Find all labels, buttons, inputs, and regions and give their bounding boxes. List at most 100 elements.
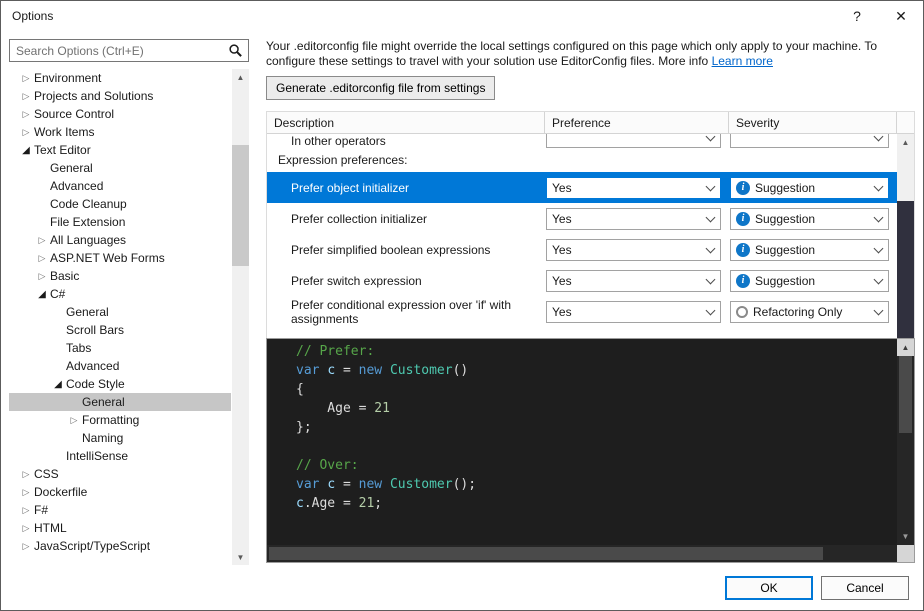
preference-dropdown[interactable]: Yes [546,270,721,292]
preference-dropdown[interactable]: Yes [546,239,721,261]
tree-item-label: Text Editor [33,143,91,157]
help-button[interactable]: ? [835,1,879,31]
tree-item-text-editor[interactable]: ◢Text Editor [9,141,231,159]
tree-item-asp-net-web-forms[interactable]: ▷ASP.NET Web Forms [9,249,231,267]
tree-item-css[interactable]: ▷CSS [9,465,231,483]
option-row-prefer-conditional-expression-over-if-with-assignments[interactable]: Prefer conditional expression over 'if' … [267,296,897,328]
tree-item-tabs[interactable]: Tabs [9,339,231,357]
column-header-severity[interactable]: Severity [729,112,897,133]
dropdown-value: Yes [552,243,703,257]
severity-dropdown[interactable]: iSuggestion [730,208,889,230]
option-row-prefer-collection-initializer[interactable]: Prefer collection initializerYes iSuggest… [267,203,897,234]
tree-item-formatting[interactable]: ▷Formatting [9,411,231,429]
severity-dropdown[interactable]: Refactoring Only [730,301,889,323]
table-scrollbar-track[interactable] [897,150,914,338]
tree-item-basic[interactable]: ▷Basic [9,267,231,285]
expand-arrow-icon[interactable]: ▷ [35,235,49,246]
tree-scrollbar-thumb[interactable] [232,145,249,266]
column-header-preference[interactable]: Preference [545,112,729,133]
left-pane: ▷Environment▷Projects and Solutions▷Sour… [9,39,249,565]
search-icon[interactable] [228,43,243,58]
learn-more-link[interactable]: Learn more [712,54,773,68]
tree-item-scroll-bars[interactable]: Scroll Bars [9,321,231,339]
tree-item-javascript-typescript[interactable]: ▷JavaScript/TypeScript [9,537,231,555]
expand-arrow-icon[interactable]: ▷ [19,73,33,84]
tree-item-advanced[interactable]: Advanced [9,357,231,375]
expand-arrow-icon[interactable]: ▷ [19,505,33,516]
scroll-up-icon[interactable]: ▲ [232,69,249,85]
tree-item-label: Environment [33,71,101,85]
expand-arrow-icon[interactable]: ▷ [19,109,33,120]
severity-dropdown[interactable]: iSuggestion [730,239,889,261]
tree-item-file-extension[interactable]: File Extension [9,213,231,231]
tree-item-environment[interactable]: ▷Environment [9,69,231,87]
severity-dropdown[interactable] [730,134,889,148]
severity-dropdown[interactable]: iSuggestion [730,270,889,292]
preview-scrollbar-thumb[interactable] [899,356,912,433]
tree-item-source-control[interactable]: ▷Source Control [9,105,231,123]
cancel-button[interactable]: Cancel [821,576,909,600]
collapse-arrow-icon[interactable]: ◢ [19,145,33,156]
tree-item-work-items[interactable]: ▷Work Items [9,123,231,141]
table-scrollbar-thumb[interactable] [897,201,914,338]
option-row-prefer-simplified-boolean-expressions[interactable]: Prefer simplified boolean expressionsYes… [267,234,897,265]
expand-arrow-icon[interactable]: ▷ [19,91,33,102]
tree-item-general[interactable]: General [9,393,231,411]
tree-item-intellisense[interactable]: IntelliSense [9,447,231,465]
preference-dropdown[interactable] [546,134,721,148]
tree-item-general[interactable]: General [9,303,231,321]
tree-item-general[interactable]: General [9,159,231,177]
expand-arrow-icon[interactable]: ▷ [19,469,33,480]
expand-arrow-icon[interactable]: ▷ [35,271,49,282]
tree-item-code-style[interactable]: ◢Code Style [9,375,231,393]
severity-dropdown[interactable]: iSuggestion [730,177,889,199]
preview-scrollbar-track[interactable] [897,356,914,528]
expand-arrow-icon[interactable]: ▷ [19,487,33,498]
scroll-down-icon[interactable]: ▼ [232,549,249,565]
ok-button[interactable]: OK [725,576,813,600]
tree-item-all-languages[interactable]: ▷All Languages [9,231,231,249]
preview-vertical-scrollbar[interactable]: ▲ ▼ [897,339,914,545]
tree-item-naming[interactable]: Naming [9,429,231,447]
code-line: c.Age = 21; [296,494,897,513]
close-button[interactable]: ✕ [879,1,923,31]
table-scrollbar[interactable]: ▲ [897,134,914,338]
expand-arrow-icon[interactable]: ▷ [19,541,33,552]
tree-item-html[interactable]: ▷HTML [9,519,231,537]
tree-item-dockerfile[interactable]: ▷Dockerfile [9,483,231,501]
preference-dropdown[interactable]: Yes [546,301,721,323]
tree-item-advanced[interactable]: Advanced [9,177,231,195]
tree-scrollbar[interactable]: ▲ ▼ [232,69,249,565]
column-header-description[interactable]: Description [267,112,545,133]
collapse-arrow-icon[interactable]: ◢ [35,289,49,300]
scroll-up-icon[interactable]: ▲ [897,339,914,356]
option-row-prefer-object-initializer[interactable]: Prefer object initializerYesiSuggestion [267,172,897,203]
search-input[interactable] [10,44,228,58]
code-line: // Prefer: [296,342,897,361]
tree-item-c[interactable]: ◢C# [9,285,231,303]
preview-hscrollbar-thumb[interactable] [269,547,823,560]
collapse-arrow-icon[interactable]: ◢ [51,379,65,390]
chevron-down-icon [706,212,716,222]
preview-horizontal-scrollbar[interactable] [267,545,897,562]
tree-item-label: C# [49,287,65,301]
expand-arrow-icon[interactable]: ▷ [35,253,49,264]
preference-cell: Yes [545,204,729,234]
scroll-down-icon[interactable]: ▼ [897,528,914,545]
scroll-up-icon[interactable]: ▲ [897,134,914,150]
option-description: Prefer collection initializer [267,210,545,228]
table-header-corner [897,112,914,133]
generate-editorconfig-button[interactable]: Generate .editorconfig file from setting… [266,76,495,100]
expand-arrow-icon[interactable]: ▷ [19,523,33,534]
table-row-partial[interactable]: In other operators [267,134,897,148]
preference-cell [545,134,729,148]
preference-dropdown[interactable]: Yes [546,177,721,199]
tree-item-f[interactable]: ▷F# [9,501,231,519]
tree-scrollbar-track[interactable] [232,85,249,549]
preference-dropdown[interactable]: Yes [546,208,721,230]
tree-item-code-cleanup[interactable]: Code Cleanup [9,195,231,213]
tree-item-projects-and-solutions[interactable]: ▷Projects and Solutions [9,87,231,105]
option-row-prefer-switch-expression[interactable]: Prefer switch expressionYesiSuggestion [267,265,897,296]
expand-arrow-icon[interactable]: ▷ [19,127,33,138]
expand-arrow-icon[interactable]: ▷ [67,415,81,426]
